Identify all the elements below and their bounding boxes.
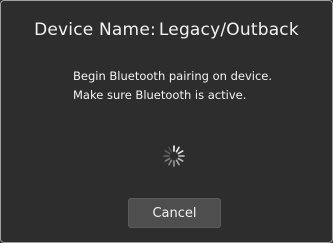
pairing-dialog: Device Name: Legacy/Outback Begin Bluetoo…	[0, 0, 333, 243]
cancel-button-label: Cancel	[152, 205, 197, 221]
instruction-line-1: Begin Bluetooth pairing on device.	[73, 69, 273, 83]
pairing-instructions: Begin Bluetooth pairing on device. Make …	[73, 67, 272, 105]
device-name-value: Legacy/Outback	[158, 20, 299, 40]
instruction-line-2: Make sure Bluetooth is active.	[73, 88, 247, 102]
loading-spinner-icon	[163, 145, 185, 167]
device-name-label: Device Name:	[34, 20, 156, 40]
dialog-title: Device Name: Legacy/Outback	[1, 20, 332, 40]
cancel-button[interactable]: Cancel	[128, 198, 221, 228]
